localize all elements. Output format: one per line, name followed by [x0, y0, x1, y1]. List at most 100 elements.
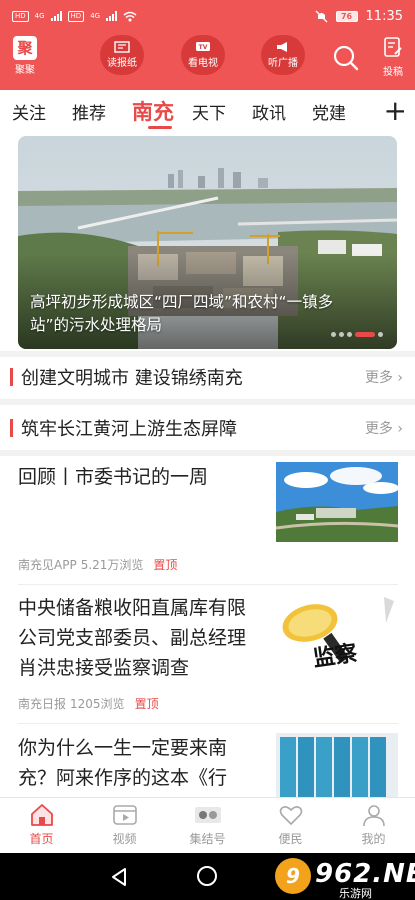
- nav-video-label: 视频: [112, 832, 137, 846]
- carousel-dot-active: [355, 332, 375, 337]
- carousel-dot: [347, 332, 352, 337]
- net2-label: 4G: [90, 12, 101, 20]
- listen-radio-label: 听广播: [268, 57, 298, 69]
- heart-icon: [249, 802, 332, 828]
- tab-party[interactable]: 党建: [310, 99, 370, 124]
- tv-badge-text: TV: [199, 44, 208, 51]
- sim1-hd-badge: HD: [12, 10, 29, 22]
- tab-nanchong[interactable]: 南充: [130, 96, 190, 129]
- nav-convenience[interactable]: 便民: [249, 798, 332, 853]
- app-root: HD 4G HD 4G 76 11:35 聚 聚聚 读报纸 TV 看电视 听广播…: [0, 0, 415, 900]
- top-bar: HD 4G HD 4G 76 11:35 聚 聚聚 读报纸 TV 看电视 听广播…: [0, 0, 415, 90]
- nav-convenience-label: 便民: [278, 832, 303, 846]
- topic-row-ecological-barrier[interactable]: 筑牢长江黄河上游生态屏障 更多 ›: [0, 404, 415, 452]
- publish-button[interactable]: 投稿: [376, 36, 410, 78]
- news-item[interactable]: 中央储备粮收阳直属库有限公司党支部委员、副总经理肖洪忠接受监察调查 南充日报 1…: [18, 593, 398, 713]
- mute-bell-icon: [315, 10, 327, 22]
- news-source: 南充日报: [18, 697, 67, 711]
- pinned-tag: 置顶: [153, 558, 178, 572]
- tab-follow[interactable]: 关注: [10, 99, 70, 124]
- news-title: 回顾丨市委书记的一周: [18, 466, 209, 488]
- search-button[interactable]: [332, 44, 360, 72]
- topic-row-civilized-city[interactable]: 创建文明城市 建设锦绣南充 更多 ›: [0, 353, 415, 401]
- carousel-indicator: [331, 332, 383, 337]
- publish-label: 投稿: [383, 67, 403, 78]
- signal-icon-2: [106, 11, 118, 21]
- battery-icon: 76: [335, 10, 358, 22]
- channel-tabs: 关注 推荐 南充 天下 政讯 党建: [0, 90, 415, 132]
- news-meta: 南充日报 1205浏览 置顶: [18, 695, 159, 712]
- watermark-logo: 9 962.NET 乐游网: [275, 855, 415, 900]
- nav-mine-label: 我的: [361, 832, 386, 846]
- watch-tv-button[interactable]: TV 看电视: [173, 35, 233, 75]
- news-thumbnail: [276, 733, 398, 797]
- tv-icon: TV: [195, 41, 211, 57]
- back-icon[interactable]: [110, 867, 128, 887]
- news-item[interactable]: 回顾丨市委书记的一周 南充见APP 5.21万浏览 置顶: [18, 462, 398, 582]
- rally-icon: [166, 802, 249, 828]
- nav-rally-label: 集结号: [189, 832, 226, 846]
- status-bar: HD 4G HD 4G 76 11:35: [0, 0, 415, 32]
- system-nav-bar: 9 962.NET 乐游网: [0, 853, 415, 900]
- search-icon: [333, 45, 359, 71]
- app-header: 聚 聚聚 读报纸 TV 看电视 听广播 投稿: [0, 32, 415, 90]
- nav-rally[interactable]: 集结号: [166, 798, 249, 853]
- topic-title: 创建文明城市 建设锦绣南充: [21, 368, 243, 389]
- net1-label: 4G: [34, 12, 45, 20]
- nav-home[interactable]: 首页: [0, 798, 83, 853]
- add-channel-icon[interactable]: +: [384, 97, 407, 125]
- banner-carousel[interactable]: 高坪初步形成城区“四厂四域”和农村“一镇多站”的污水处理格局: [18, 136, 397, 349]
- carousel-dot: [339, 332, 344, 337]
- wifi-icon: [123, 11, 137, 21]
- topic-more-link[interactable]: 更多 ›: [365, 367, 403, 387]
- tab-world[interactable]: 天下: [190, 99, 250, 124]
- topic-title: 筑牢长江黄河上游生态屏障: [21, 419, 237, 440]
- nav-video[interactable]: 视频: [83, 798, 166, 853]
- banner-caption: 高坪初步形成城区“四厂四域”和农村“一镇多站”的污水处理格局: [30, 293, 334, 334]
- sim2-hd-badge: HD: [67, 10, 85, 22]
- publish-icon: [376, 36, 410, 63]
- logo-label: 聚聚: [15, 65, 35, 76]
- news-views: 5.21万浏览: [80, 558, 144, 572]
- home-circle-icon[interactable]: [197, 866, 217, 886]
- news-title: 你为什么一生一定要来南充？阿来作序的这本《行: [18, 737, 228, 789]
- news-views: 1205浏览: [70, 697, 125, 711]
- news-thumbnail: [276, 462, 398, 542]
- topic-accent-bar: [10, 419, 13, 437]
- listen-radio-button[interactable]: 听广播: [253, 35, 313, 75]
- pinned-tag: 置顶: [134, 697, 159, 711]
- news-thumbnail: 监察: [276, 593, 398, 685]
- megaphone-icon: [275, 41, 291, 57]
- home-icon: [0, 802, 83, 828]
- list-divider: [18, 584, 398, 585]
- app-logo[interactable]: 聚 聚聚: [10, 36, 40, 76]
- news-title: 中央储备粮收阳直属库有限公司党支部委员、副总经理肖洪忠接受监察调查: [18, 597, 247, 679]
- watch-tv-label: 看电视: [188, 57, 218, 69]
- tab-politics[interactable]: 政讯: [250, 99, 310, 124]
- video-icon: [83, 802, 166, 828]
- section-divider: [0, 450, 415, 456]
- watermark-ball: 9: [275, 858, 311, 894]
- read-newspaper-button[interactable]: 读报纸: [92, 35, 152, 75]
- tab-recommend[interactable]: 推荐: [70, 99, 130, 124]
- nav-mine[interactable]: 我的: [332, 798, 415, 853]
- news-item[interactable]: 你为什么一生一定要来南充？阿来作序的这本《行: [18, 733, 398, 797]
- more-label: 更多: [364, 370, 393, 386]
- clock: 11:35: [365, 8, 403, 24]
- news-source: 南充见APP: [18, 558, 77, 572]
- more-label: 更多: [364, 421, 393, 437]
- watermark-subtext: 乐游网: [339, 887, 372, 900]
- chevron-right-icon: ›: [392, 370, 403, 386]
- logo-mark: 聚: [13, 36, 37, 60]
- bottom-navigation: 首页 视频 集结号 便民 我的: [0, 797, 415, 853]
- chevron-right-icon: ›: [392, 421, 403, 437]
- read-newspaper-label: 读报纸: [107, 57, 137, 69]
- user-icon: [332, 802, 415, 828]
- carousel-dot: [331, 332, 336, 337]
- topic-more-link[interactable]: 更多 ›: [365, 418, 403, 438]
- newspaper-icon: [114, 40, 130, 57]
- signal-icon: [50, 11, 62, 21]
- list-divider: [18, 723, 398, 724]
- topic-accent-bar: [10, 368, 13, 386]
- carousel-dot: [378, 332, 383, 337]
